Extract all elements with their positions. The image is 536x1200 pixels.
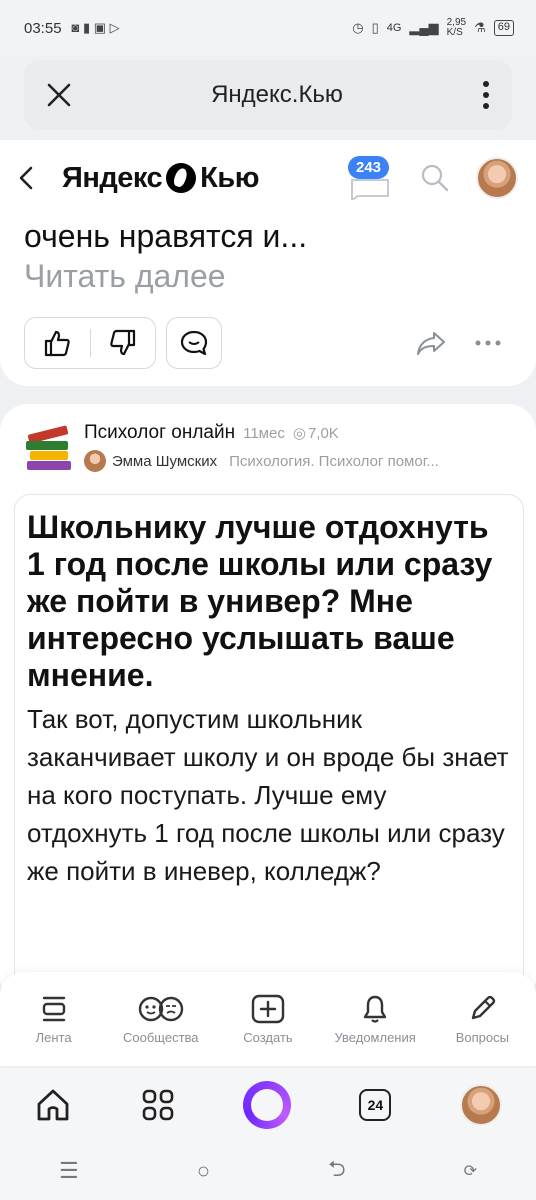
bottom-tab-bar: Лента Сообщества Создать Уведомления Воп… bbox=[0, 972, 536, 1066]
vibrate-icon: ▯ bbox=[371, 20, 379, 35]
tab-label-questions: Вопросы bbox=[455, 1029, 509, 1045]
user-avatar[interactable] bbox=[476, 157, 518, 199]
screen-rotate-icon[interactable]: ⟳ bbox=[464, 1161, 477, 1181]
meta-line-2: Эмма Шумских Психология. Психолог помог.… bbox=[84, 450, 439, 472]
messages-button[interactable]: 243 bbox=[348, 156, 394, 202]
post-meta: Психолог онлайн 11мес ◎ 7,0K Эмма Шумских… bbox=[84, 422, 439, 472]
tab-label-create: Создать bbox=[243, 1029, 293, 1045]
channel-books-icon[interactable] bbox=[24, 422, 74, 472]
battery-icon: 69 bbox=[493, 20, 514, 36]
downvote-button[interactable] bbox=[91, 318, 156, 368]
post-age: 11мес bbox=[243, 425, 285, 442]
share-icon[interactable] bbox=[416, 330, 446, 356]
author-name[interactable]: Эмма Шумских bbox=[112, 453, 217, 470]
alice-icon bbox=[250, 1089, 283, 1121]
status-time: 03:55 bbox=[24, 19, 62, 37]
book-shape bbox=[26, 441, 68, 450]
tab-notifications[interactable]: Уведомления bbox=[327, 994, 423, 1045]
tab-feed[interactable]: Лента bbox=[6, 994, 102, 1045]
logo-yandex: Яндекс bbox=[62, 161, 163, 194]
meta-line-1: Психолог онлайн 11мес ◎ 7,0K bbox=[84, 422, 439, 444]
tab-label-feed: Лента bbox=[35, 1029, 72, 1045]
menu-icon[interactable]: ☰ bbox=[59, 1158, 79, 1184]
post-card: Психолог онлайн 11мес ◎ 7,0K Эмма Шумских… bbox=[0, 404, 536, 1004]
system-nav-bar: ☰ ○ ⮌ ⟳ bbox=[0, 1142, 536, 1200]
url-bar: Яндекс.Кью bbox=[24, 60, 512, 130]
apps-grid-icon[interactable] bbox=[141, 1088, 175, 1122]
actions-right bbox=[416, 330, 512, 356]
logo-q: Кью bbox=[200, 161, 259, 194]
author-avatar[interactable] bbox=[84, 450, 106, 472]
browser-profile-avatar[interactable] bbox=[459, 1084, 502, 1126]
back-icon[interactable] bbox=[18, 165, 34, 191]
question-title: Школьнику лучше отдохнуть 1 год после шк… bbox=[27, 509, 493, 693]
communities-icon bbox=[138, 996, 183, 1021]
signal-icon: ▂▄▆ bbox=[409, 20, 439, 35]
comments-icon bbox=[180, 330, 208, 356]
post-excerpt: очень нравятся и... bbox=[24, 218, 308, 254]
net-speed: 2,95 K/S bbox=[447, 18, 466, 38]
alarm-icon: ◷ bbox=[352, 20, 364, 35]
header-right: 243 bbox=[348, 156, 518, 202]
signal-label: 4G bbox=[386, 22, 402, 34]
pencil-icon bbox=[472, 995, 496, 1019]
book-shape bbox=[30, 451, 68, 460]
search-icon[interactable] bbox=[420, 163, 450, 193]
tab-questions[interactable]: Вопросы bbox=[434, 994, 530, 1045]
read-more-link[interactable]: Читать далее bbox=[24, 256, 512, 296]
url-title: Яндекс.Кью bbox=[211, 81, 343, 108]
previous-post-card: очень нравятся и... Читать далее bbox=[0, 200, 536, 386]
alice-voice-button[interactable] bbox=[242, 1081, 291, 1129]
bell-icon bbox=[363, 995, 387, 1023]
more-vertical-icon[interactable] bbox=[482, 80, 490, 110]
feed-icon bbox=[42, 996, 65, 1021]
thumbs-down-icon bbox=[110, 329, 135, 356]
upvote-button[interactable] bbox=[25, 318, 90, 368]
home-icon[interactable] bbox=[34, 1086, 72, 1124]
logo-ball-icon bbox=[166, 163, 197, 193]
status-left: 03:55 ◙ ▮ ▣ ▷ bbox=[24, 20, 120, 37]
notification-icons: ◙ ▮ ▣ ▷ bbox=[71, 20, 120, 35]
logo[interactable]: Яндекс Кью bbox=[62, 162, 259, 195]
tab-label-communities: Сообщества bbox=[123, 1029, 199, 1045]
question-body: Так вот, допустим школьник заканчивает ш… bbox=[27, 704, 509, 886]
net-speed-unit: K/S bbox=[446, 27, 463, 38]
notification-badge: 243 bbox=[348, 156, 390, 179]
book-shape bbox=[27, 461, 71, 470]
tab-create[interactable]: Создать bbox=[220, 994, 316, 1045]
tab-label-notifications: Уведомления bbox=[334, 1029, 416, 1045]
tab-communities[interactable]: Сообщества bbox=[113, 994, 209, 1045]
browser-bar: 24 bbox=[0, 1068, 536, 1142]
close-icon[interactable] bbox=[46, 82, 72, 108]
view-count: 7,0K bbox=[307, 425, 339, 442]
question-box[interactable]: Школьнику лучше отдохнуть 1 год после шк… bbox=[14, 494, 524, 994]
back-arrow-icon[interactable]: ⮌ bbox=[328, 1152, 346, 1190]
browser-tabs-button[interactable]: 24 bbox=[359, 1089, 392, 1121]
comments-button[interactable] bbox=[166, 317, 222, 369]
more-horizontal-icon[interactable] bbox=[474, 339, 502, 347]
post-header: Психолог онлайн 11мес ◎ 7,0K Эмма Шумских… bbox=[24, 422, 512, 472]
home-circle-icon[interactable]: ○ bbox=[197, 1158, 210, 1184]
channel-name[interactable]: Психолог онлайн bbox=[84, 422, 235, 444]
thumbs-up-icon bbox=[45, 330, 70, 357]
post-actions bbox=[24, 316, 512, 370]
vote-box bbox=[24, 317, 156, 369]
status-bar: 03:55 ◙ ▮ ▣ ▷ ◷ ▯ 4G ▂▄▆ 2,95 K/S ⚗ 69 bbox=[0, 0, 536, 56]
post-topics[interactable]: Психология. Психолог помог... bbox=[229, 453, 439, 470]
create-icon bbox=[251, 994, 285, 1023]
flask-icon: ⚗ bbox=[474, 20, 486, 35]
status-right: ◷ ▯ 4G ▂▄▆ 2,95 K/S ⚗ 69 bbox=[352, 18, 514, 38]
eye-icon: ◎ bbox=[292, 425, 306, 442]
